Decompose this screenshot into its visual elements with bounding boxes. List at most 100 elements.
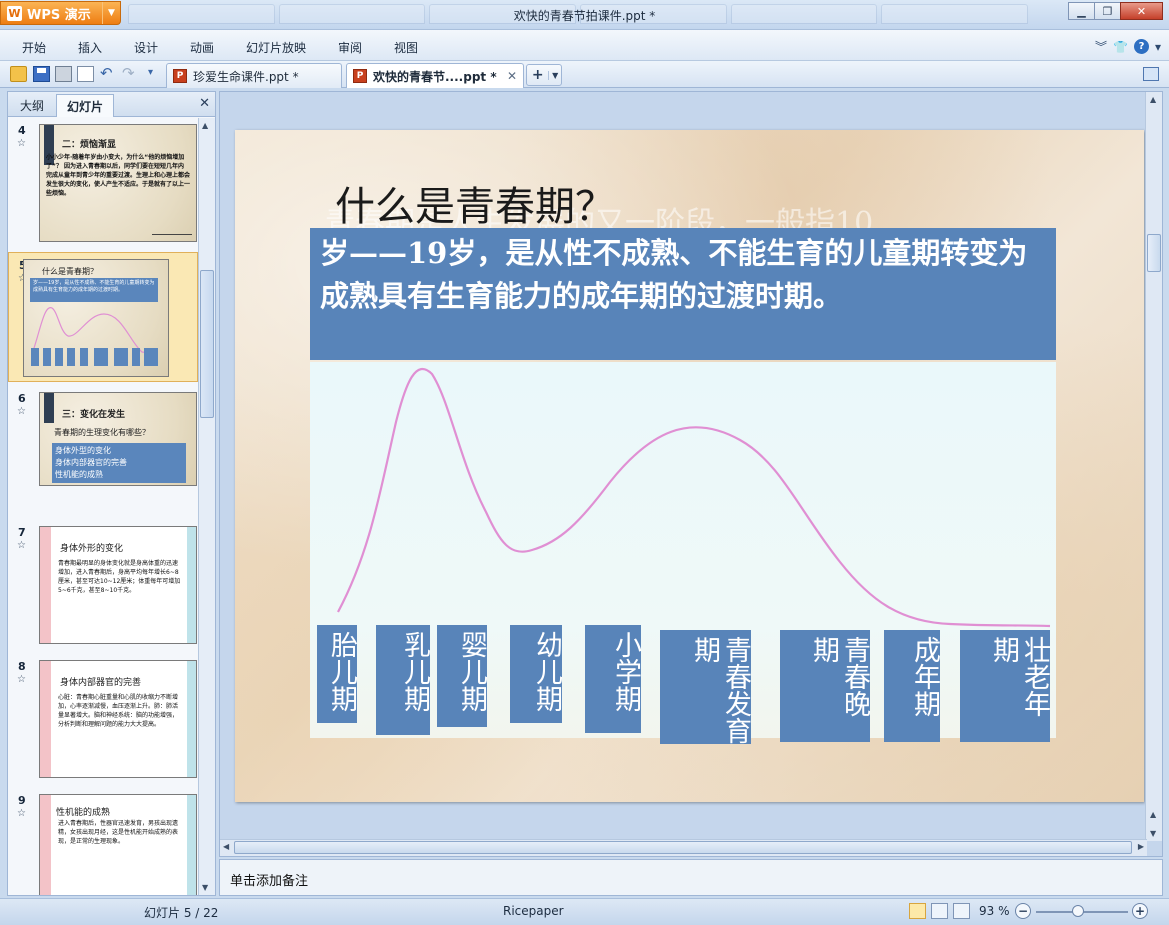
slide-thumbnail-9[interactable]: 9 ☆ 性机能的成熟 进入青春期后，性器官迅速发育，男孩出现遗精，女孩出现月经，…	[8, 788, 198, 895]
print-icon[interactable]	[55, 66, 72, 82]
slide-thumbnail-5[interactable]: 5 ☆ 什么是青春期？ 岁——19岁，是从性不成熟、不能生育的儿童期转变为成熟具…	[8, 252, 198, 382]
menu-design[interactable]: 设计	[134, 39, 158, 56]
scroll-down-icon[interactable]: ▼	[202, 883, 208, 892]
thumb-stage-label	[132, 348, 140, 366]
stage-label-primary[interactable]: 小学期	[585, 625, 641, 733]
slide-canvas[interactable]: 青春期是人生发展的又一阶段，一般指10 什么是青春期？ 岁——19岁，是从性不成…	[235, 130, 1144, 802]
redo-icon[interactable]: ↷	[122, 65, 135, 81]
shirt-skin-icon[interactable]: 👕	[1113, 40, 1128, 54]
panel-scroll-thumb[interactable]	[200, 270, 214, 418]
undo-icon[interactable]: ↶	[100, 65, 113, 81]
close-window-button[interactable]: ✕	[1120, 2, 1163, 20]
customize-toolbar-icon[interactable]: ▾	[148, 65, 153, 81]
maximize-button[interactable]: ❐	[1094, 2, 1121, 20]
normal-view-icon[interactable]	[909, 903, 926, 919]
thumb-stage-label	[80, 348, 88, 366]
slide-number: 8	[18, 660, 26, 673]
thumb-stage-label	[94, 348, 108, 366]
stage-label-late-puberty[interactable]: 青春晚期	[780, 630, 870, 742]
scroll-left-icon[interactable]: ◀	[223, 842, 229, 851]
wps-app-menu-button[interactable]: W WPS 演示 ▼	[0, 1, 121, 25]
slide-thumbnail-4[interactable]: 4 ☆ 二：烦恼渐显 小小少年·随着年岁由小变大，为什么“他的烦恼增加了”？ 因…	[8, 118, 198, 248]
zoom-level[interactable]: 93 %	[979, 904, 1010, 918]
tab-outline[interactable]: 大纲	[10, 94, 54, 117]
close-icon[interactable]: ✕	[199, 96, 210, 111]
menu-slideshow[interactable]: 幻灯片放映	[246, 39, 306, 56]
doc-tab-huankuai[interactable]: P 欢快的青春节....ppt * ✕	[346, 63, 524, 88]
stage-label-suckling[interactable]: 乳儿期	[376, 625, 430, 735]
stage-label-fetal[interactable]: 胎儿期	[317, 625, 357, 723]
thumb-subtitle: 青春期的生理变化有哪些？	[54, 428, 150, 437]
menu-bar: 开始 插入 设计 动画 幻灯片放映 审阅 视图 ︾ 👕 ? ▾	[0, 30, 1169, 61]
editor-scroll-thumb[interactable]	[1147, 234, 1161, 272]
minimize-button[interactable]: ▁	[1068, 2, 1095, 20]
stage-label-infant[interactable]: 婴儿期	[437, 625, 487, 727]
stage-label-puberty[interactable]: 青春发育期	[660, 630, 751, 744]
zoom-slider-handle[interactable]	[1072, 905, 1084, 917]
slide-thumbnail-8[interactable]: 8 ☆ 身体内部器官的完善 心脏：青春期心脏重量和心肌的收缩力不断增加，心率逐渐…	[8, 654, 198, 784]
plus-icon: +	[531, 67, 544, 83]
menu-insert[interactable]: 插入	[78, 39, 102, 56]
slideshow-view-icon[interactable]	[953, 903, 970, 919]
notes-placeholder[interactable]: 单击添加备注	[230, 870, 308, 889]
slide-title[interactable]: 什么是青春期？	[335, 174, 615, 232]
panel-tabs: 大纲 幻灯片 ✕	[8, 92, 215, 117]
slide-preview: 什么是青春期？ 岁——19岁，是从性不成熟、不能生育的儿童期转变为成熟具有生育能…	[23, 259, 169, 377]
status-bar: 幻灯片 5 / 22 Ricepaper 93 % − +	[0, 898, 1169, 925]
window-layout-icon[interactable]	[1143, 67, 1159, 81]
slide-thumbnail-6[interactable]: 6 ☆ 三：变化在发生 青春期的生理变化有哪些？ 身体外型的变化 身体内部器官的…	[8, 386, 198, 516]
chevron-down-icon[interactable]: ▼	[548, 70, 561, 80]
menu-animation[interactable]: 动画	[190, 39, 214, 56]
thumb-list: 身体外型的变化 身体内部器官的完善 性机能的成熟	[52, 443, 186, 483]
editor-hscroll-thumb[interactable]	[234, 841, 1132, 854]
close-tab-icon[interactable]: ✕	[507, 69, 517, 83]
chevron-down-icon[interactable]: ▾	[1155, 40, 1161, 54]
previous-slide-icon[interactable]: ▲	[1150, 810, 1156, 819]
editor-vertical-scrollbar[interactable]: ▲ ▲ ▼	[1145, 92, 1162, 841]
zoom-out-icon[interactable]: −	[1015, 903, 1031, 919]
stage-label-elder[interactable]: 壮老年期	[960, 630, 1050, 742]
doc-tab-label: 珍爱生命课件.ppt *	[193, 69, 299, 84]
slide-number: 4	[18, 124, 26, 137]
thumb-title: 什么是青春期？	[42, 267, 98, 276]
definition-textbox[interactable]: 岁——19岁，是从性不成熟、不能生育的儿童期转变为成熟具有生育能力的成年期的过渡…	[310, 228, 1056, 360]
thumb-stage-label	[144, 348, 158, 366]
doc-tab-zhenai[interactable]: P 珍爱生命课件.ppt *	[166, 63, 342, 88]
menu-home[interactable]: 开始	[22, 39, 46, 56]
stage-label-adult[interactable]: 成年期	[884, 630, 940, 742]
thumb-definition: 岁——19岁，是从性不成熟、不能生育的儿童期转变为成熟具有生育能力的成年期的过渡…	[30, 278, 158, 302]
new-document-button[interactable]: + ▼	[526, 64, 562, 86]
help-icon[interactable]: ?	[1133, 39, 1149, 54]
scroll-up-icon[interactable]: ▲	[202, 121, 208, 130]
slide-thumbnail-list: 4 ☆ 二：烦恼渐显 小小少年·随着年岁由小变大，为什么“他的烦恼增加了”？ 因…	[8, 118, 198, 895]
thumb-stage-label	[67, 348, 75, 366]
thumb-title: 身体内部器官的完善	[60, 678, 142, 688]
quick-toolbar: ↶ ↷ ▾ P 珍爱生命课件.ppt * P 欢快的青春节....ppt * ✕…	[0, 61, 1169, 88]
thumb-stage-label	[114, 348, 128, 366]
notes-pane[interactable]: 单击添加备注	[219, 859, 1163, 896]
zoom-in-icon[interactable]: +	[1132, 903, 1148, 919]
scroll-up-icon[interactable]: ▲	[1150, 95, 1156, 104]
chevron-double-down-icon[interactable]: ︾	[1095, 38, 1107, 55]
save-icon[interactable]	[33, 66, 50, 82]
menu-review[interactable]: 审阅	[338, 39, 362, 56]
open-folder-icon[interactable]	[10, 66, 27, 82]
slide-preview: 三：变化在发生 青春期的生理变化有哪些？ 身体外型的变化 身体内部器官的完善 性…	[39, 392, 197, 486]
menu-view[interactable]: 视图	[394, 39, 418, 56]
thumb-body: 心脏：青春期心脏重量和心肌的收缩力不断增加，心率逐渐减慢，血压逐渐上升。肺：肺活…	[58, 694, 179, 728]
stage-label-toddler[interactable]: 幼儿期	[510, 625, 562, 723]
title-bar-decoration	[44, 393, 54, 423]
print-preview-icon[interactable]	[77, 66, 94, 82]
thumb-list-item: 身体外型的变化	[55, 446, 111, 455]
slide-thumbnail-7[interactable]: 7 ☆ 身体外形的变化 青春期最明显的身体变化就是身高体重的迅速增加，进入青春期…	[8, 520, 198, 650]
editor-horizontal-scrollbar[interactable]: ◀ ▶	[220, 839, 1147, 856]
window-controls: ▁ ❐ ✕	[1068, 2, 1163, 20]
thumb-body: 青春期最明显的身体变化就是身高体重的迅速增加，进入青春期后，身高平均每年增长6~…	[58, 560, 181, 594]
doc-tab-label: 欢快的青春节....ppt *	[373, 69, 497, 84]
animation-star-icon: ☆	[17, 674, 26, 685]
scroll-right-icon[interactable]: ▶	[1138, 842, 1144, 851]
next-slide-icon[interactable]: ▼	[1150, 829, 1156, 838]
panel-scrollbar[interactable]: ▲ ▼	[198, 118, 215, 895]
slide-sorter-view-icon[interactable]	[931, 903, 948, 919]
tab-slides[interactable]: 幻灯片	[56, 94, 115, 117]
